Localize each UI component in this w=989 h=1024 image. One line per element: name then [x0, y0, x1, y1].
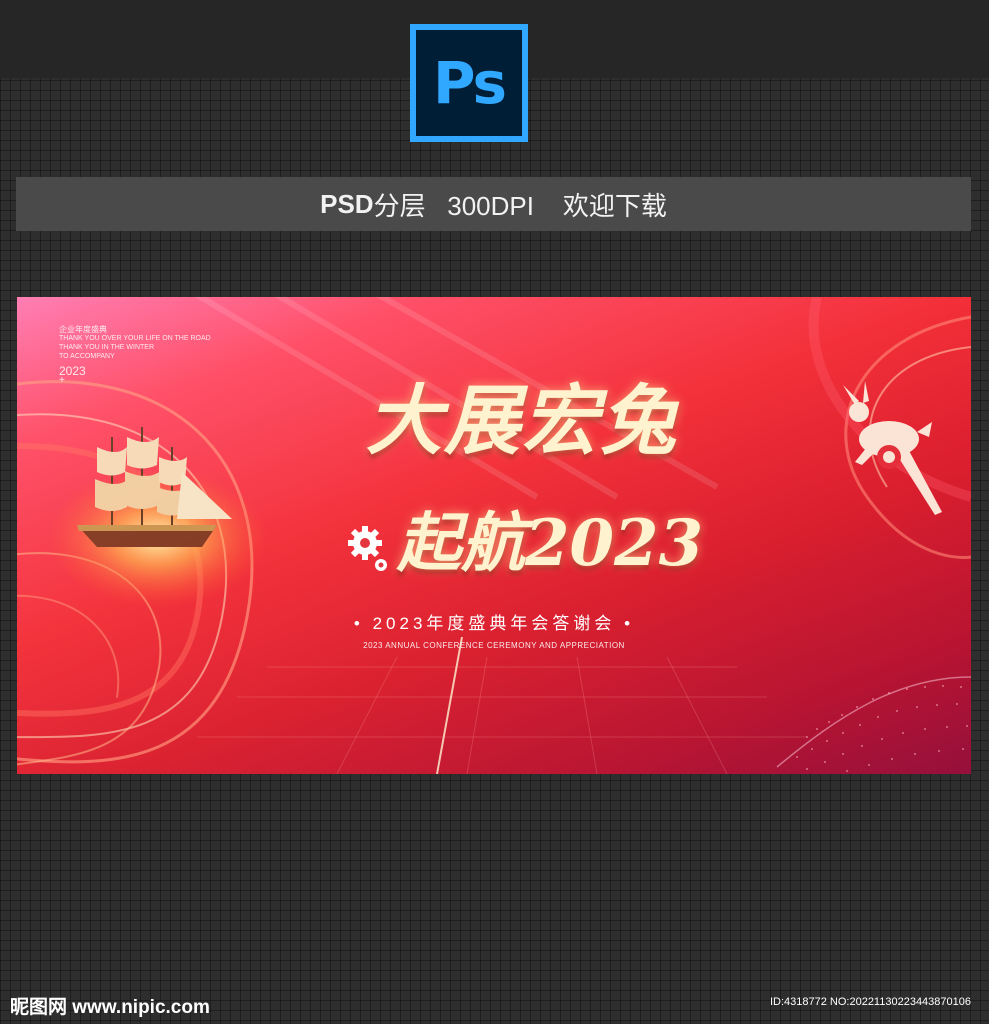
small-year: 2023	[59, 364, 86, 378]
photoshop-icon: Ps	[410, 24, 528, 142]
subtitle-cn: • 2023年度盛典年会答谢会 •	[353, 614, 635, 633]
info-bar-psd: PSD	[320, 188, 374, 219]
headline-line-1: 大展宏兔	[366, 376, 678, 465]
info-bar-details: 分层 300DPI 欢迎下载	[373, 190, 667, 221]
subtitle-en: 2023 ANNUAL CONFERENCE CEREMONY AND APPR…	[363, 641, 625, 650]
small-en-line-3: TO ACCOMPANY	[59, 353, 115, 360]
ps-logo-text: Ps	[432, 49, 507, 117]
small-header-text: 企业年度盛典 THANK YOU OVER YOUR LIFE ON THE R…	[59, 325, 211, 386]
small-en-line-2: THANK YOU IN THE WINTER	[59, 344, 155, 351]
info-bar: PSD 分层 300DPI 欢迎下载	[16, 177, 971, 231]
watermark-id: ID:4318772 NO:20221130223443870106	[769, 996, 971, 1008]
small-en-line-1: THANK YOU OVER YOUR LIFE ON THE ROAD	[59, 335, 211, 342]
watermark-site: 昵图网 www.nipic.com	[10, 997, 210, 1018]
headline-line-2: 起航2023	[397, 506, 704, 581]
banner-preview: 企业年度盛典 THANK YOU OVER YOUR LIFE ON THE R…	[17, 297, 971, 774]
small-cn-title: 企业年度盛典	[59, 325, 107, 334]
